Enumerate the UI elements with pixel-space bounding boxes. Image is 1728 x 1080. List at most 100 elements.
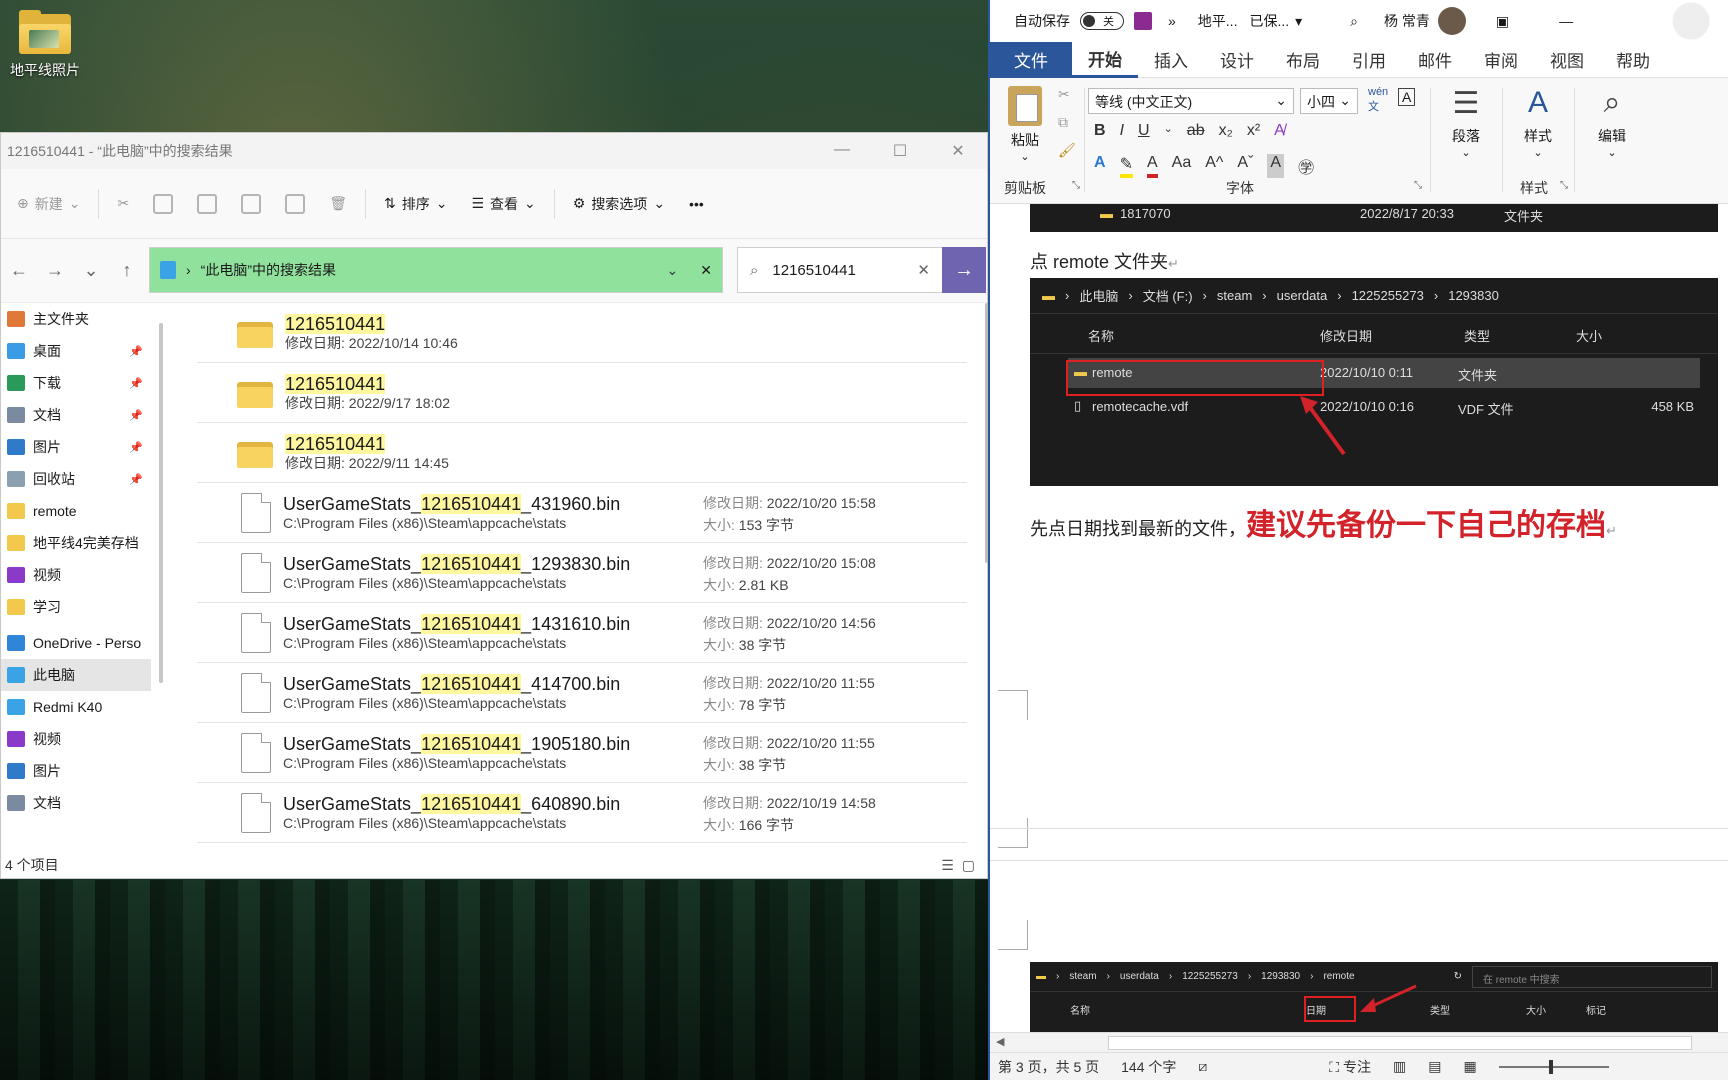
close-button[interactable]: ✕ (929, 141, 987, 161)
ribbon-tab[interactable]: 帮助 (1600, 42, 1666, 78)
character-shading-icon[interactable]: A (1267, 154, 1285, 178)
file-result-row[interactable]: UserGameStats_1216510441_640890.bin C:\P… (197, 783, 967, 843)
styles-button[interactable]: A 样式 ⌄ (1510, 86, 1566, 159)
folder-result-row[interactable]: 1216510441 修改日期: 2022/10/14 10:46 (197, 303, 967, 363)
sidebar-item[interactable]: 文档 (1, 787, 151, 819)
word-titlebar[interactable]: 自动保存 关 » 地平... 已保... ▾ ⌕ 杨 常青 ▣ — (990, 0, 1728, 42)
back-arrow-icon[interactable]: ← (1, 260, 37, 281)
read-mode-icon[interactable]: ▥ (1393, 1058, 1406, 1075)
search-box[interactable]: ⌕ 1216510441 ✕ → (737, 247, 986, 293)
folder-result-row[interactable]: 1216510441 修改日期: 2022/9/11 14:45 (197, 423, 967, 483)
copy-icon[interactable]: ⧉ (1058, 114, 1068, 131)
file-result-row[interactable]: UserGameStats_1216510441_1431610.bin C:\… (197, 603, 967, 663)
shrink-font-icon[interactable]: Aˇ (1237, 154, 1253, 178)
document-canvas[interactable]: ▬ 1817070 2022/8/17 20:33 文件夹 点 remote 文… (990, 204, 1728, 1042)
highlight-icon[interactable]: ✎ (1119, 154, 1133, 178)
sidebar-item[interactable]: 学习 (1, 591, 151, 623)
word-count[interactable]: 144 个字 (1121, 1057, 1176, 1077)
file-result-row[interactable]: UserGameStats_1216510441_414700.bin C:\P… (197, 663, 967, 723)
sidebar-item[interactable]: 下载 📌 (1, 367, 151, 399)
phonetic-guide-icon[interactable]: wén 文 (1368, 86, 1388, 114)
ribbon-tab[interactable]: 布局 (1270, 42, 1336, 78)
minimize-icon[interactable]: — (1559, 13, 1573, 29)
doc-title[interactable]: 地平... (1198, 11, 1238, 31)
paste-button[interactable]: 粘贴 ⌄ (1002, 86, 1048, 163)
sidebar-item[interactable]: 图片 (1, 755, 151, 787)
focus-mode-button[interactable]: ⛶ 专注 (1329, 1057, 1371, 1077)
search-input[interactable]: 1216510441 (772, 262, 855, 279)
ribbon-tab[interactable]: 插入 (1138, 42, 1204, 78)
proofing-icon[interactable]: ⧄ (1198, 1058, 1207, 1075)
cut-button[interactable]: ✂ (105, 184, 141, 224)
ribbon-tab[interactable]: 文件 (990, 41, 1072, 78)
recent-dropdown-icon[interactable]: ⌄ (73, 260, 109, 281)
file-result-row[interactable]: UserGameStats_1216510441_1905180.bin C:\… (197, 723, 967, 783)
sidebar-item[interactable]: Redmi K40 (1, 691, 151, 723)
folder-result-row[interactable]: 1216510441 修改日期: 2022/9/17 18:02 (197, 363, 967, 423)
delete-button[interactable]: 🗑 (317, 184, 359, 224)
user-name[interactable]: 杨 常青 (1384, 11, 1430, 31)
paste-button[interactable] (185, 184, 229, 224)
font-size-select[interactable]: 小四 ⌄ (1300, 88, 1358, 114)
desktop-icon-horizon-photos[interactable]: 地平线照片 (8, 10, 82, 80)
superscript-icon[interactable]: x² (1247, 122, 1260, 140)
minimize-button[interactable]: — (813, 141, 871, 161)
explorer-titlebar[interactable]: 1216510441 - “此电脑”中的搜索结果 — ☐ ✕ (1, 133, 987, 169)
font-name-select[interactable]: 等线 (中文正文) ⌄ (1088, 88, 1294, 114)
horizontal-scrollbar[interactable]: ◀ (990, 1032, 1728, 1052)
subscript-icon[interactable]: x₂ (1219, 122, 1233, 140)
dialog-launcher-icon[interactable]: ⤡ (1414, 180, 1422, 191)
bold-icon[interactable]: B (1094, 122, 1106, 140)
search-icon[interactable]: ⌕ (1350, 13, 1358, 30)
view-button[interactable]: ☰ 查看 ⌄ (459, 184, 547, 224)
ribbon-tab[interactable]: 邮件 (1402, 42, 1468, 78)
dialog-launcher-icon[interactable]: ⤡ (1560, 180, 1568, 191)
cut-icon[interactable]: ✂ (1058, 86, 1070, 103)
print-layout-icon[interactable]: ▤ (1428, 1058, 1441, 1075)
font-color-icon[interactable]: A (1146, 154, 1158, 178)
change-case-icon[interactable]: Aa (1172, 154, 1192, 178)
sidebar-item[interactable]: 视频 (1, 559, 151, 591)
sidebar-item[interactable]: 文档 📌 (1, 399, 151, 431)
enclose-characters-icon[interactable]: ㊫ (1298, 154, 1314, 178)
sort-button[interactable]: ⇅ 排序 ⌄ (372, 184, 459, 224)
ribbon-tab[interactable]: 审阅 (1468, 42, 1534, 78)
search-go-button[interactable]: → (942, 247, 986, 293)
sidebar-item[interactable]: 桌面 📌 (1, 335, 151, 367)
more-commands-icon[interactable]: » (1168, 13, 1176, 29)
rename-button[interactable] (229, 184, 273, 224)
share-button[interactable] (273, 184, 317, 224)
sidebar-item[interactable]: 此电脑 (1, 659, 151, 691)
ribbon-tab[interactable]: 引用 (1336, 42, 1402, 78)
ribbon-display-icon[interactable]: ▣ (1496, 13, 1509, 30)
clear-search-icon[interactable]: ✕ (917, 261, 930, 279)
sidebar-item[interactable]: OneDrive - Perso (1, 627, 151, 659)
zoom-slider[interactable] (1498, 1059, 1609, 1074)
forward-arrow-icon[interactable]: → (37, 260, 73, 281)
italic-icon[interactable]: I (1120, 122, 1124, 140)
sidebar-item[interactable]: 图片 📌 (1, 431, 151, 463)
web-layout-icon[interactable]: ▦ (1463, 1058, 1476, 1075)
sidebar-item[interactable]: 主文件夹 (1, 303, 151, 335)
search-options-button[interactable]: ⚙ 搜索选项 ⌄ (561, 184, 677, 224)
chevron-down-icon[interactable]: ⌄ (1164, 122, 1173, 140)
ribbon-tab[interactable]: 设计 (1204, 42, 1270, 78)
sidebar-scrollbar[interactable] (159, 323, 163, 683)
more-button[interactable]: ••• (677, 184, 716, 224)
avatar[interactable] (1437, 7, 1466, 35)
file-result-row[interactable]: UserGameStats_1216510441_1293830.bin C:\… (197, 543, 967, 603)
autosave-toggle[interactable]: 关 (1080, 12, 1124, 30)
clear-address-icon[interactable]: ✕ (700, 262, 712, 279)
strikethrough-icon[interactable]: ab (1187, 122, 1205, 140)
clear-formatting-icon[interactable]: A̸ (1274, 122, 1285, 140)
sidebar-item[interactable]: remote (1, 495, 151, 527)
character-border-icon[interactable]: A (1398, 88, 1416, 106)
sidebar-item[interactable]: 视频 (1, 723, 151, 755)
new-button[interactable]: ⊕ 新建 ⌄ (5, 184, 92, 224)
view-toggle-icons[interactable]: ☰▢ (941, 857, 983, 874)
up-arrow-icon[interactable]: ↑ (109, 260, 145, 281)
maximize-button[interactable]: ☐ (871, 141, 929, 161)
chevron-down-icon[interactable]: ⌄ (667, 262, 679, 279)
grow-font-icon[interactable]: A^ (1205, 154, 1223, 178)
text-effects-icon[interactable]: A (1094, 154, 1106, 178)
